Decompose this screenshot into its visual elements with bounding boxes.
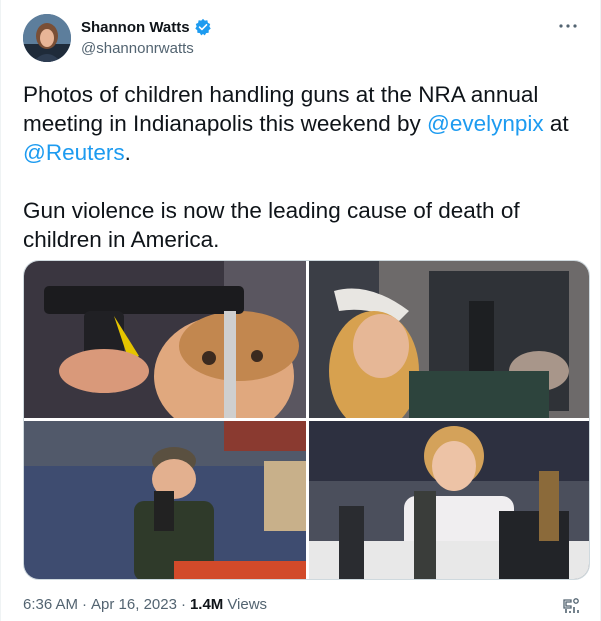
tweet-time[interactable]: 6:36 AM xyxy=(23,596,78,613)
verified-badge-icon xyxy=(194,18,212,36)
mention-reuters[interactable]: @Reuters xyxy=(23,140,125,165)
photo-child-with-pistol[interactable] xyxy=(24,261,306,418)
avatar-image xyxy=(23,14,71,62)
photo-child-with-rifle[interactable] xyxy=(309,261,589,418)
author-name-row: Shannon Watts xyxy=(81,18,212,36)
media-grid xyxy=(23,260,590,580)
more-icon[interactable] xyxy=(556,16,580,36)
author-name[interactable]: Shannon Watts xyxy=(81,19,190,36)
views-label: Views xyxy=(227,596,268,613)
tweet-meta: 6:36 AM · Apr 16, 2023 · 1.4M Views xyxy=(23,596,267,613)
author-handle[interactable]: @shannonrwatts xyxy=(81,40,194,57)
analytics-icon[interactable] xyxy=(560,594,582,616)
photo-girl-with-handgun[interactable] xyxy=(309,421,589,579)
avatar[interactable] xyxy=(23,14,71,62)
tweet-text: Photos of children handling guns at the … xyxy=(23,80,583,254)
meta-separator: · xyxy=(82,596,88,613)
meta-separator: · xyxy=(180,596,186,613)
tweet-paragraph-1: Photos of children handling guns at the … xyxy=(23,80,583,167)
tweet-card: Shannon Watts @shannonrwatts Photos of c… xyxy=(0,0,601,621)
photo-boy-with-handgun[interactable] xyxy=(24,421,306,579)
tweet-date[interactable]: Apr 16, 2023 xyxy=(91,596,177,613)
tweet-text-part: at xyxy=(543,111,569,136)
tweet-text-part: . xyxy=(124,140,131,165)
mention-evelynpix[interactable]: @evelynpix xyxy=(427,111,544,136)
tweet-paragraph-2: Gun violence is now the leading cause of… xyxy=(23,198,520,252)
views-count: 1.4M xyxy=(189,596,224,613)
